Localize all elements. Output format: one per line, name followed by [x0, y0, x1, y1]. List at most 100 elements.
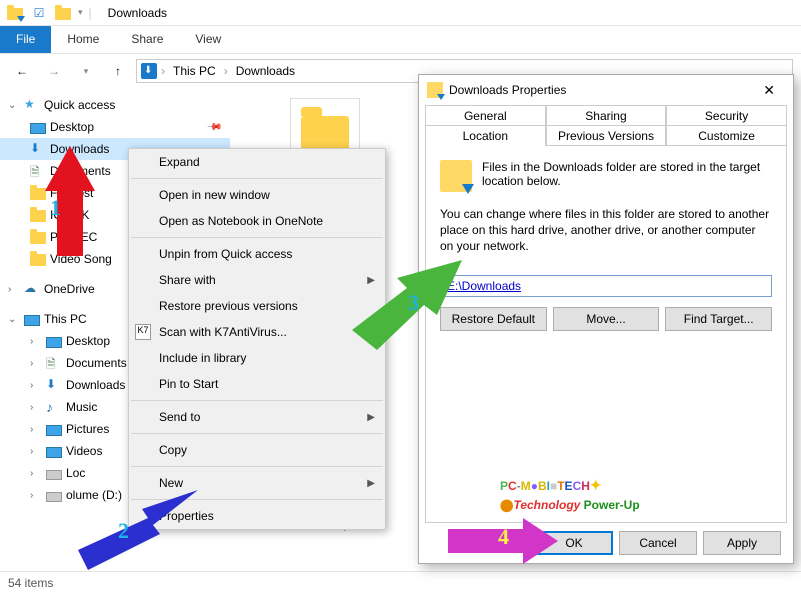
drive-icon: [46, 470, 62, 480]
downloads-icon: ⬇: [46, 377, 62, 393]
chevron-right-icon: ▶: [367, 478, 375, 489]
checkbox-icon[interactable]: ☑: [30, 4, 48, 22]
annotation-arrow-3: [352, 260, 462, 350]
chevron-right-icon[interactable]: ›: [30, 380, 42, 391]
sidebar-label: Documents: [66, 356, 127, 370]
dialog-titlebar[interactable]: Downloads Properties ✕: [419, 75, 793, 105]
star-icon: ★: [24, 97, 40, 113]
menu-item-pin-start[interactable]: Pin to Start: [129, 371, 385, 397]
tab-location[interactable]: Location: [425, 125, 546, 146]
tab-security[interactable]: Security: [666, 105, 787, 126]
dialog-info-text: Files in the Downloads folder are stored…: [482, 160, 772, 192]
window-title: Downloads: [108, 6, 167, 20]
chevron-right-icon[interactable]: ›: [159, 64, 167, 78]
sidebar-label: Pictures: [66, 422, 109, 436]
menu-item-send-to[interactable]: Send to▶: [129, 404, 385, 430]
menu-item-include-library[interactable]: Include in library: [129, 345, 385, 371]
annotation-arrow-2: [78, 490, 198, 570]
sidebar-label: OneDrive: [44, 282, 95, 296]
recent-dropdown[interactable]: ▾: [72, 57, 100, 85]
annotation-number-3: 3: [408, 290, 419, 316]
chevron-right-icon[interactable]: ›: [30, 424, 42, 435]
up-button[interactable]: ↑: [104, 57, 132, 85]
videos-icon: [46, 447, 62, 458]
sidebar-label: Downloads: [66, 378, 125, 392]
drive-icon: [46, 492, 62, 502]
tab-home[interactable]: Home: [51, 26, 115, 53]
pictures-icon: [46, 425, 62, 436]
sidebar-label: Desktop: [66, 334, 110, 348]
tab-share[interactable]: Share: [115, 26, 179, 53]
ribbon-tabs: File Home Share View: [0, 26, 801, 54]
tab-customize[interactable]: Customize: [666, 125, 787, 146]
tab-sharing[interactable]: Sharing: [546, 105, 667, 126]
find-target-button[interactable]: Find Target...: [665, 307, 772, 331]
documents-icon: 🗎: [46, 355, 62, 371]
desktop-icon: [46, 337, 62, 348]
dialog-title: Downloads Properties: [449, 83, 566, 97]
chevron-right-icon[interactable]: ›: [30, 468, 42, 479]
chevron-down-icon[interactable]: ⌄: [8, 100, 20, 111]
chevron-right-icon[interactable]: ›: [30, 402, 42, 413]
antivirus-icon: K7: [135, 324, 151, 340]
chevron-right-icon[interactable]: ›: [30, 490, 42, 501]
qat-dropdown-icon[interactable]: ▾: [78, 7, 83, 18]
dialog-description: You can change where files in this folde…: [440, 206, 772, 255]
pc-icon: [24, 315, 40, 326]
chevron-right-icon[interactable]: ›: [222, 64, 230, 78]
sidebar-label: This PC: [44, 312, 87, 326]
menu-item-open-new-window[interactable]: Open in new window: [129, 182, 385, 208]
qat-separator: |: [89, 6, 92, 20]
back-button[interactable]: ←: [8, 57, 36, 85]
chevron-right-icon[interactable]: ›: [30, 336, 42, 347]
sidebar-label: Quick access: [44, 98, 115, 112]
context-menu: Expand Open in new window Open as Notebo…: [128, 148, 386, 530]
menu-item-copy[interactable]: Copy: [129, 437, 385, 463]
properties-dialog: Downloads Properties ✕ General Sharing S…: [418, 74, 794, 564]
menu-item-open-onenote[interactable]: Open as Notebook in OneNote: [129, 208, 385, 234]
desktop-icon: [30, 123, 46, 134]
tab-previous-versions[interactable]: Previous Versions: [546, 125, 667, 146]
menu-item-expand[interactable]: Expand: [129, 149, 385, 175]
location-path-input[interactable]: [440, 275, 772, 297]
downloads-folder-icon: [427, 82, 443, 98]
close-button[interactable]: ✕: [753, 78, 785, 103]
chevron-right-icon[interactable]: ›: [30, 446, 42, 457]
chevron-right-icon: ▶: [367, 412, 375, 423]
status-item-count: 54 items: [8, 576, 53, 590]
sidebar-label: Videos: [66, 444, 102, 458]
status-bar: 54 items: [0, 571, 801, 593]
chevron-right-icon[interactable]: ›: [8, 284, 20, 295]
sidebar-item-desktop[interactable]: Desktop 📌: [0, 116, 230, 138]
window-titlebar: ☑ ▾ | Downloads: [0, 0, 801, 26]
music-icon: ♪: [46, 399, 62, 415]
breadcrumb-thispc[interactable]: This PC: [169, 64, 220, 78]
downloads-folder-large-icon: [440, 160, 472, 192]
downloads-large-icon: ⬇: [141, 63, 157, 79]
breadcrumb-downloads[interactable]: Downloads: [232, 64, 299, 78]
menu-item-scan-k7[interactable]: K7Scan with K7AntiVirus...: [129, 319, 385, 345]
chevron-right-icon[interactable]: ›: [30, 358, 42, 369]
chevron-down-icon[interactable]: ⌄: [8, 314, 20, 325]
annotation-number-1: 1: [50, 195, 61, 221]
sidebar-label: Desktop: [50, 120, 94, 134]
apply-button[interactable]: Apply: [703, 531, 781, 555]
cloud-icon: ☁: [24, 281, 40, 297]
tab-general[interactable]: General: [425, 105, 546, 126]
menu-item-share-with[interactable]: Share with▶: [129, 267, 385, 293]
forward-button[interactable]: →: [40, 57, 68, 85]
menu-item-unpin[interactable]: Unpin from Quick access: [129, 241, 385, 267]
tab-file[interactable]: File: [0, 26, 51, 53]
dialog-body: Files in the Downloads folder are stored…: [425, 145, 787, 523]
dialog-tab-row: General Sharing Security Location Previo…: [419, 105, 793, 145]
sidebar-label: Loc: [66, 466, 85, 480]
cancel-button[interactable]: Cancel: [619, 531, 697, 555]
tab-view[interactable]: View: [179, 26, 237, 53]
folder-yellow-icon[interactable]: [54, 4, 72, 22]
annotation-arrow-1: [35, 146, 105, 256]
menu-item-restore[interactable]: Restore previous versions: [129, 293, 385, 319]
folder-icon: [6, 4, 24, 22]
sidebar-item-quick-access[interactable]: ⌄ ★ Quick access: [0, 94, 230, 116]
annotation-number-2: 2: [118, 518, 129, 544]
move-button[interactable]: Move...: [553, 307, 660, 331]
